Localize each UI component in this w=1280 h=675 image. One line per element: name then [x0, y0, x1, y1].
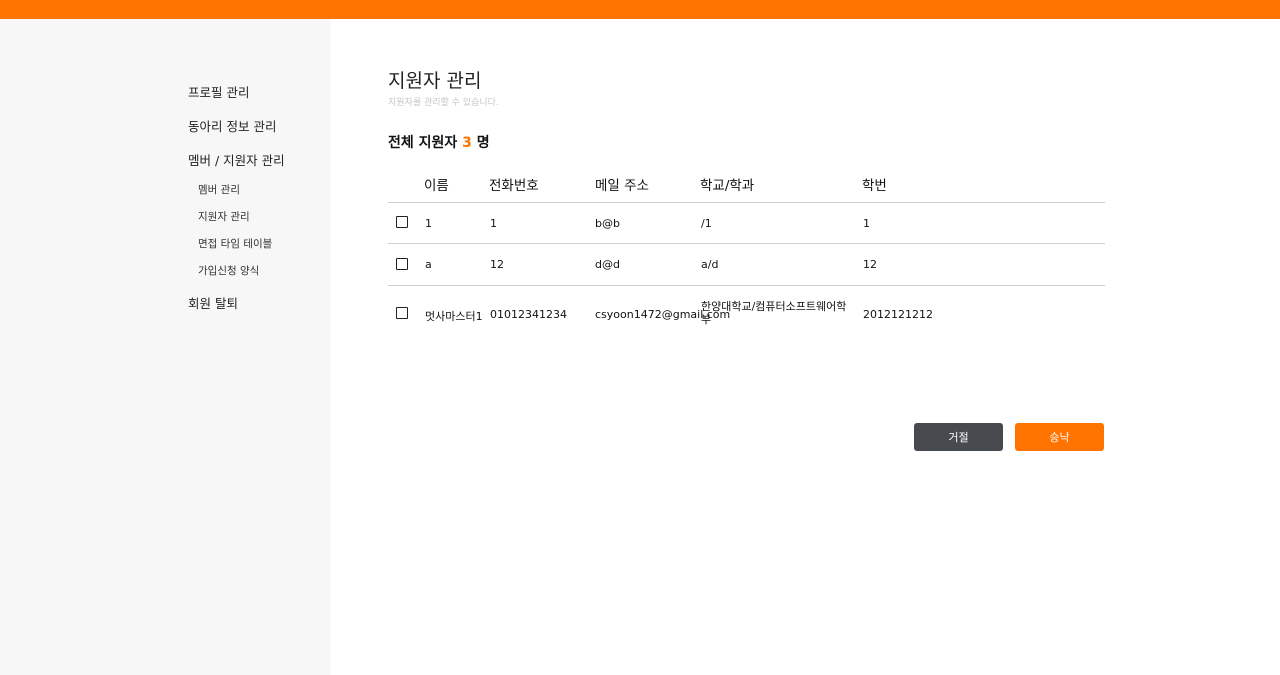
top-bar	[0, 0, 1280, 19]
sidebar-subitem-interview-timetable[interactable]: 면접 타임 테이블	[198, 236, 272, 251]
cell-name: 멋사마스터1	[425, 310, 483, 323]
cell-school-major: a/d	[701, 258, 719, 271]
cell-phone: 01012341234	[490, 308, 567, 321]
total-prefix: 전체 지원자	[388, 135, 463, 151]
column-header-name: 이름	[424, 178, 449, 194]
column-header-school-major: 학교/학과	[700, 178, 755, 194]
sidebar-item-club-info[interactable]: 동아리 정보 관리	[188, 116, 276, 135]
cell-student-id: 2012121212	[863, 308, 933, 321]
total-applicants: 전체 지원자 3 명	[388, 132, 490, 152]
cell-phone: 12	[490, 258, 504, 271]
sidebar-subitem-application-form[interactable]: 가입신청 양식	[198, 263, 259, 278]
row-divider	[388, 243, 1105, 244]
sidebar-item-profile[interactable]: 프로필 관리	[188, 82, 249, 101]
page-title: 지원자 관리	[388, 70, 482, 92]
reject-button[interactable]: 거절	[914, 423, 1003, 451]
cell-school-major: /1	[701, 217, 712, 230]
column-header-student-id: 학번	[862, 178, 887, 194]
row-divider	[388, 285, 1105, 286]
total-count: 3	[462, 135, 472, 151]
column-header-email: 메일 주소	[595, 178, 649, 194]
cell-student-id: 1	[863, 217, 870, 230]
row-checkbox[interactable]	[396, 216, 408, 228]
cell-phone: 1	[490, 217, 497, 230]
sidebar-item-members-applicants[interactable]: 멤버 / 지원자 관리	[188, 150, 285, 169]
row-checkbox[interactable]	[396, 307, 408, 319]
sidebar: 프로필 관리 동아리 정보 관리 멤버 / 지원자 관리 멤버 관리 지원자 관…	[0, 19, 331, 675]
sidebar-subitem-applicants[interactable]: 지원자 관리	[198, 209, 250, 224]
page-subtitle: 지원자를 관리할 수 있습니다.	[388, 98, 499, 108]
column-header-phone: 전화번호	[489, 178, 539, 194]
total-suffix: 명	[471, 135, 490, 151]
sidebar-item-withdraw[interactable]: 회원 탈퇴	[188, 293, 238, 312]
sidebar-subitem-members[interactable]: 멤버 관리	[198, 182, 240, 197]
cell-name: 1	[425, 217, 432, 230]
cell-email: b@b	[595, 217, 620, 230]
approve-button[interactable]: 승낙	[1015, 423, 1104, 451]
cell-school-major: 한양대학교/컴퓨터소프트웨어학부	[701, 300, 847, 326]
row-checkbox[interactable]	[396, 258, 408, 270]
cell-student-id: 12	[863, 258, 877, 271]
header-divider	[388, 202, 1105, 203]
cell-name: a	[425, 258, 432, 271]
cell-email: d@d	[595, 258, 620, 271]
